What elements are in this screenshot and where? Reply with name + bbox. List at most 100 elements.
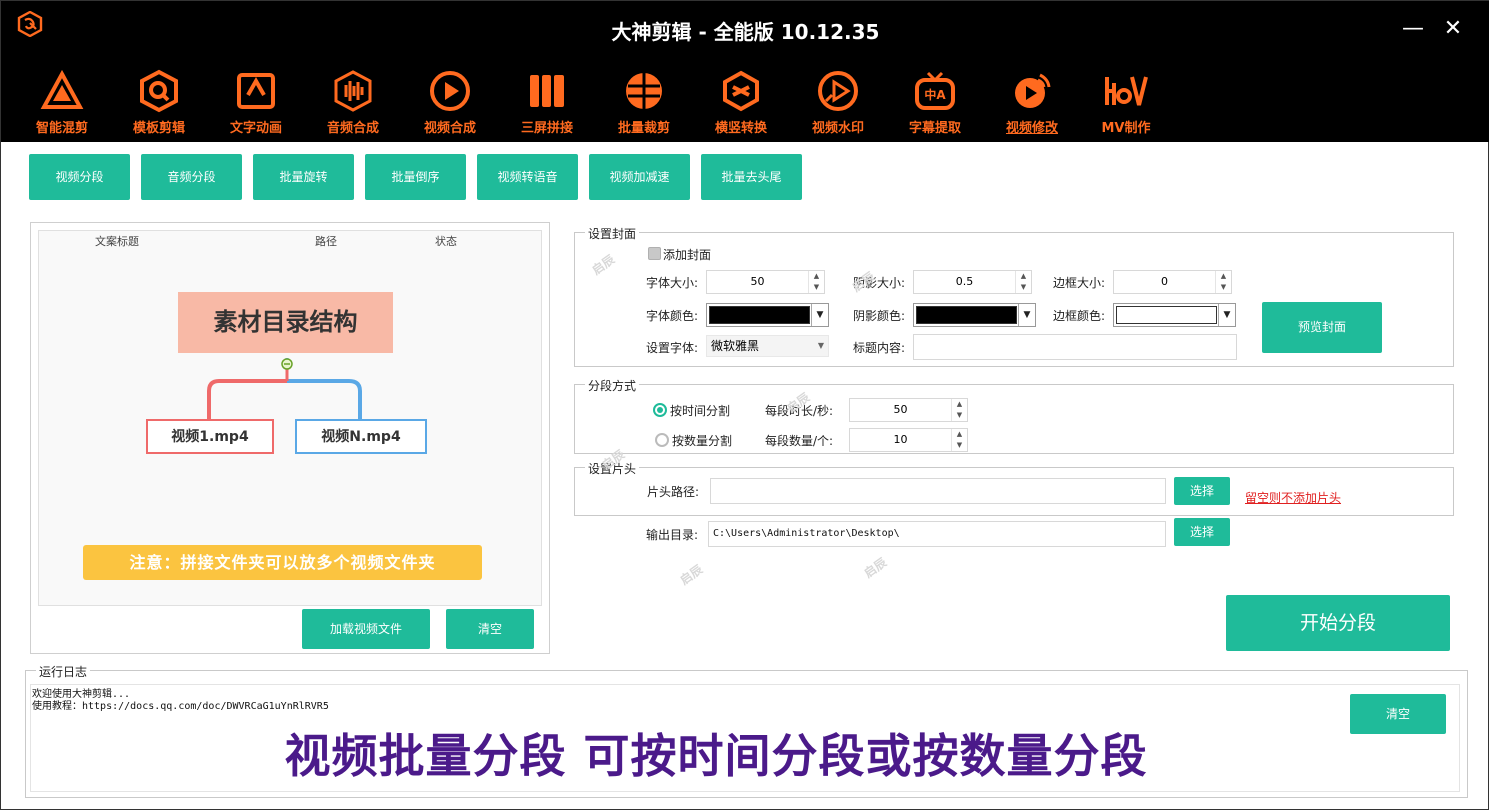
tv-subtitle-icon: 中A <box>915 71 955 110</box>
toolbar-label: 横竖转换 <box>714 121 767 136</box>
watermark-text: 启辰 <box>677 562 706 588</box>
text-frame-icon <box>237 73 275 109</box>
toolbar-item-three-screen[interactable]: 三屏拼接 <box>502 63 592 139</box>
toolbar-label: 批量裁剪 <box>617 121 670 136</box>
title-content-label: 标题内容: <box>853 341 906 355</box>
spin-arrows-icon[interactable]: ▲ ▼ <box>1215 271 1231 293</box>
font-select-label: 设置字体: <box>646 341 699 355</box>
note-banner: 注意：拼接文件夹可以放多个视频文件夹 <box>83 545 482 580</box>
toolbar-label: 智能混剪 <box>35 121 88 136</box>
count-stepper[interactable]: 10 ▲ ▼ <box>849 428 968 452</box>
spin-arrows-icon[interactable]: ▲ ▼ <box>808 271 824 293</box>
add-cover-label: 添加封面 <box>663 248 712 262</box>
tab-batch-reverse[interactable]: 批量倒序 <box>365 154 466 200</box>
toolbar-item-smart-mix[interactable]: 智能混剪 <box>17 63 107 139</box>
by-count-radio[interactable] <box>655 433 669 447</box>
intro-select-button[interactable]: 选择 <box>1174 477 1230 505</box>
three-panel-icon <box>530 75 564 107</box>
chevron-down-icon[interactable]: ▼ <box>1218 304 1235 326</box>
spin-arrows-icon[interactable]: ▲ ▼ <box>951 399 967 421</box>
column-header-status: 状态 <box>435 235 457 248</box>
diagram-connector <box>207 358 362 419</box>
toolbar-label: 视频合成 <box>423 121 476 136</box>
svg-text:中A: 中A <box>924 87 946 102</box>
toolbar-item-video-modify[interactable]: 视频修改 <box>987 63 1077 139</box>
toolbar-label: 三屏拼接 <box>520 121 573 136</box>
clear-list-button[interactable]: 清空 <box>446 609 534 649</box>
border-size-label: 边框大小: <box>1053 276 1106 290</box>
shadow-color-label: 阴影颜色: <box>853 309 906 323</box>
font-size-stepper[interactable]: 50 ▲ ▼ <box>706 270 825 294</box>
crop-circle-icon <box>626 73 662 109</box>
title-content-input[interactable] <box>913 334 1237 360</box>
tab-video-speed[interactable]: 视频加减速 <box>589 154 690 200</box>
mv-logo-icon <box>1105 76 1148 106</box>
toolbar-item-audio-merge[interactable]: 音频合成 <box>308 63 398 139</box>
output-dir-label: 输出目录: <box>646 528 699 542</box>
segment-group-title: 分段方式 <box>585 377 640 394</box>
border-color-picker[interactable]: ▼ <box>1113 303 1236 327</box>
window-title: 大神剪辑 - 全能版 10.12.35 <box>611 20 880 44</box>
watermark-play-icon <box>818 71 858 111</box>
tab-trim-head-tail[interactable]: 批量去头尾 <box>701 154 802 200</box>
start-segment-button[interactable]: 开始分段 <box>1226 595 1450 651</box>
toolbar-label: 音频合成 <box>326 121 379 136</box>
diagram-title: 素材目录结构 <box>178 292 393 353</box>
by-count-label: 按数量分割 <box>672 434 733 448</box>
toolbar-item-text-animation[interactable]: 文字动画 <box>211 63 301 139</box>
toolbar-item-watermark[interactable]: 视频水印 <box>793 63 883 139</box>
log-group-title: 运行日志 <box>36 663 91 680</box>
shadow-color-picker[interactable]: ▼ <box>913 303 1036 327</box>
toolbar-label: 视频水印 <box>811 121 864 136</box>
tab-video-to-speech[interactable]: 视频转语音 <box>477 154 578 200</box>
title-bar: 大神剪辑 - 全能版 10.12.35 — ✕ <box>1 1 1489 59</box>
rotate-cube-icon <box>723 70 759 112</box>
toolbar-item-orientation[interactable]: 横竖转换 <box>696 63 786 139</box>
preview-cover-button[interactable]: 预览封面 <box>1262 302 1382 353</box>
font-color-label: 字体颜色: <box>646 309 699 323</box>
toolbar-item-video-merge[interactable]: 视频合成 <box>405 63 495 139</box>
toolbar-label: 模板剪辑 <box>132 121 185 136</box>
app-window: 大神剪辑 - 全能版 10.12.35 — ✕ 智能混剪 模板剪辑 文字动画 音… <box>0 0 1489 810</box>
spin-arrows-icon[interactable]: ▲ ▼ <box>1015 271 1031 293</box>
toolbar-item-subtitle-extract[interactable]: 中A 字幕提取 <box>890 63 980 139</box>
tab-audio-segment[interactable]: 音频分段 <box>141 154 242 200</box>
diagram-file-1: 视频1.mp4 <box>146 419 274 454</box>
close-button[interactable]: ✕ <box>1437 13 1469 45</box>
intro-path-label: 片头路径: <box>647 485 700 499</box>
count-label: 每段数量/个: <box>765 434 834 448</box>
tab-batch-rotate[interactable]: 批量旋转 <box>253 154 354 200</box>
toolbar-item-batch-crop[interactable]: 批量裁剪 <box>599 63 689 139</box>
hexagon-q-icon <box>140 69 178 113</box>
add-cover-checkbox[interactable] <box>648 247 661 260</box>
chevron-down-icon[interactable]: ▼ <box>811 304 828 326</box>
load-video-button[interactable]: 加载视频文件 <box>302 609 430 649</box>
intro-hint-link[interactable]: 留空则不添加片头 <box>1245 489 1341 506</box>
output-select-button[interactable]: 选择 <box>1174 518 1230 546</box>
intro-path-input[interactable] <box>710 478 1166 504</box>
toolbar-label: 视频修改 <box>1005 121 1058 136</box>
play-circle-icon <box>430 71 470 111</box>
border-size-stepper[interactable]: 0 ▲ ▼ <box>1113 270 1232 294</box>
seconds-stepper[interactable]: 50 ▲ ▼ <box>849 398 968 422</box>
toolbar-label: 文字动画 <box>229 121 282 136</box>
output-dir-input[interactable]: C:\Users\Administrator\Desktop\ <box>708 521 1166 547</box>
minimize-button[interactable]: — <box>1397 13 1429 45</box>
watermark-text: 启辰 <box>861 555 890 581</box>
toolbar-label: 字幕提取 <box>908 121 961 136</box>
toolbar-label: MV制作 <box>1101 121 1151 136</box>
by-time-radio[interactable] <box>653 403 667 417</box>
triangle-logo-icon <box>40 69 84 109</box>
caption-overlay: 视频批量分段 可按时间分段或按数量分段 <box>284 729 1148 783</box>
toolbar-item-mv-make[interactable]: MV制作 <box>1081 63 1171 139</box>
toolbar-item-template-edit[interactable]: 模板剪辑 <box>114 63 204 139</box>
chevron-down-icon[interactable]: ▼ <box>818 336 824 356</box>
shadow-size-stepper[interactable]: 0.5 ▲ ▼ <box>913 270 1032 294</box>
tab-video-segment[interactable]: 视频分段 <box>29 154 130 200</box>
cover-group-title: 设置封面 <box>585 225 640 242</box>
broadcast-play-icon <box>1015 73 1051 108</box>
font-select[interactable]: 微软雅黑 ▼ <box>706 335 829 357</box>
chevron-down-icon[interactable]: ▼ <box>1018 304 1035 326</box>
font-color-picker[interactable]: ▼ <box>706 303 829 327</box>
spin-arrows-icon[interactable]: ▲ ▼ <box>951 429 967 451</box>
